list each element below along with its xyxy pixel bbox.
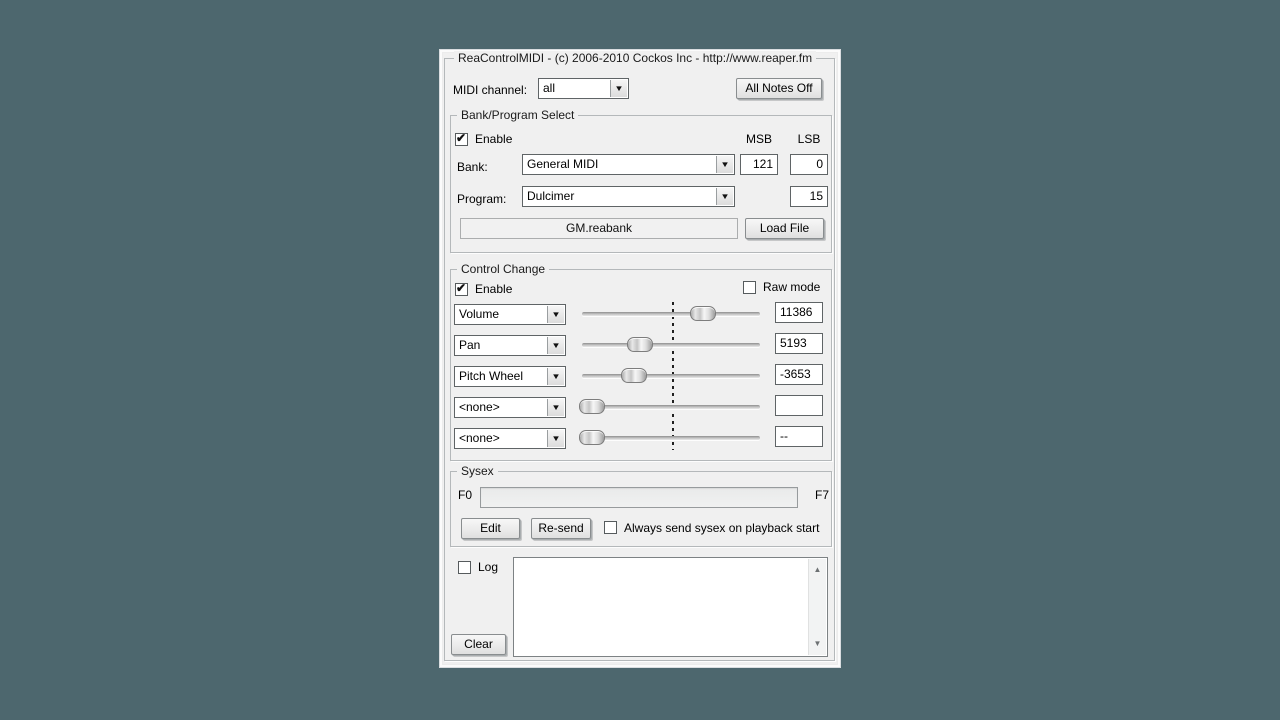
cc-value: Pitch Wheel — [459, 367, 547, 385]
log-textarea[interactable]: ▲ ▼ — [513, 557, 828, 657]
dropdown-button[interactable]: ▼ — [547, 368, 564, 385]
cc-value-field[interactable]: 11386 — [775, 302, 823, 323]
sysex-edit-button[interactable]: Edit — [461, 518, 520, 539]
midi-channel-label: MIDI channel: — [453, 84, 527, 97]
cc-value: <none> — [459, 398, 547, 416]
cc-value: Volume — [459, 305, 547, 323]
control-change-title: Control Change — [457, 262, 549, 276]
raw-mode-label[interactable]: Raw mode — [763, 281, 820, 294]
checkmark-icon: ✔ — [456, 281, 466, 295]
slider-thumb[interactable] — [579, 399, 605, 414]
bank-enable-checkbox[interactable]: ✔ — [455, 133, 468, 146]
lsb-field[interactable]: 0 — [790, 154, 828, 175]
sysex-data-display — [480, 487, 798, 508]
dropdown-button[interactable]: ▼ — [547, 337, 564, 354]
slider-track[interactable] — [582, 312, 760, 316]
slider-thumb[interactable] — [627, 337, 653, 352]
dropdown-button[interactable]: ▼ — [547, 399, 564, 416]
all-notes-off-button[interactable]: All Notes Off — [736, 78, 822, 99]
cc-row: Pan ▼ 5193 — [439, 333, 841, 359]
program-value: Dulcimer — [527, 187, 716, 205]
midi-channel-value: all — [543, 79, 610, 97]
cc-row: Pitch Wheel ▼ -3653 — [439, 364, 841, 390]
slider-track[interactable] — [582, 343, 760, 347]
cc-select[interactable]: <none> ▼ — [454, 428, 566, 449]
sysex-f7-label: F7 — [815, 489, 829, 502]
msb-column-label: MSB — [740, 133, 778, 146]
cc-row: <none> ▼ -- — [439, 426, 841, 452]
bank-file-display: GM.reabank — [460, 218, 738, 239]
bank-label: Bank: — [457, 161, 488, 174]
cc-value-field[interactable]: -3653 — [775, 364, 823, 385]
program-label: Program: — [457, 193, 506, 206]
clear-button[interactable]: Clear — [451, 634, 506, 655]
cc-select[interactable]: <none> ▼ — [454, 397, 566, 418]
chevron-down-icon: ▼ — [546, 430, 565, 447]
lsb-column-label: LSB — [790, 133, 828, 146]
cc-value-field[interactable]: 5193 — [775, 333, 823, 354]
sysex-f0-label: F0 — [458, 489, 472, 502]
desktop-background: ReaControlMIDI - (c) 2006-2010 Cockos In… — [0, 0, 1280, 720]
log-scrollbar[interactable]: ▲ ▼ — [808, 559, 826, 655]
slider-thumb[interactable] — [690, 306, 716, 321]
slider-thumb[interactable] — [621, 368, 647, 383]
chevron-down-icon: ▼ — [546, 337, 565, 354]
bank-enable-label[interactable]: Enable — [475, 133, 512, 146]
slider-track[interactable] — [582, 405, 760, 409]
scroll-up-icon[interactable]: ▲ — [809, 565, 826, 575]
chevron-down-icon: ▼ — [609, 80, 628, 97]
raw-mode-checkbox[interactable]: ✔ — [743, 281, 756, 294]
bank-program-title: Bank/Program Select — [457, 108, 578, 122]
log-checkbox[interactable]: ✔ — [458, 561, 471, 574]
slider-thumb[interactable] — [579, 430, 605, 445]
cc-enable-checkbox[interactable]: ✔ — [455, 283, 468, 296]
scroll-down-icon[interactable]: ▼ — [809, 639, 826, 649]
dropdown-button[interactable]: ▼ — [610, 80, 627, 97]
chevron-down-icon: ▼ — [546, 399, 565, 416]
log-label[interactable]: Log — [478, 561, 498, 574]
program-select[interactable]: Dulcimer ▼ — [522, 186, 735, 207]
cc-row: Volume ▼ 11386 — [439, 302, 841, 328]
cc-enable-label[interactable]: Enable — [475, 283, 512, 296]
midi-channel-select[interactable]: all ▼ — [538, 78, 629, 99]
cc-value-field[interactable]: -- — [775, 426, 823, 447]
sysex-resend-button[interactable]: Re-send — [531, 518, 591, 539]
msb-field[interactable]: 121 — [740, 154, 778, 175]
dropdown-button[interactable]: ▼ — [716, 188, 733, 205]
always-send-sysex-checkbox[interactable]: ✔ — [604, 521, 617, 534]
cc-select[interactable]: Pitch Wheel ▼ — [454, 366, 566, 387]
checkmark-icon: ✔ — [456, 131, 466, 145]
chevron-down-icon: ▼ — [546, 306, 565, 323]
chevron-down-icon: ▼ — [715, 188, 734, 205]
slider-track[interactable] — [582, 374, 760, 378]
cc-value-field[interactable] — [775, 395, 823, 416]
bank-value: General MIDI — [527, 155, 716, 173]
dropdown-button[interactable]: ▼ — [716, 156, 733, 173]
bank-select[interactable]: General MIDI ▼ — [522, 154, 735, 175]
window-title: ReaControlMIDI - (c) 2006-2010 Cockos In… — [454, 51, 816, 65]
cc-select[interactable]: Volume ▼ — [454, 304, 566, 325]
dropdown-button[interactable]: ▼ — [547, 306, 564, 323]
slider-track[interactable] — [582, 436, 760, 440]
cc-value: Pan — [459, 336, 547, 354]
chevron-down-icon: ▼ — [715, 156, 734, 173]
dropdown-button[interactable]: ▼ — [547, 430, 564, 447]
cc-select[interactable]: Pan ▼ — [454, 335, 566, 356]
cc-row: <none> ▼ — [439, 395, 841, 421]
always-send-sysex-label[interactable]: Always send sysex on playback start — [624, 522, 819, 535]
reacontrolmidi-window: ReaControlMIDI - (c) 2006-2010 Cockos In… — [439, 49, 841, 668]
chevron-down-icon: ▼ — [546, 368, 565, 385]
sysex-title: Sysex — [457, 464, 498, 478]
program-number-field[interactable]: 15 — [790, 186, 828, 207]
cc-value: <none> — [459, 429, 547, 447]
load-file-button[interactable]: Load File — [745, 218, 824, 239]
